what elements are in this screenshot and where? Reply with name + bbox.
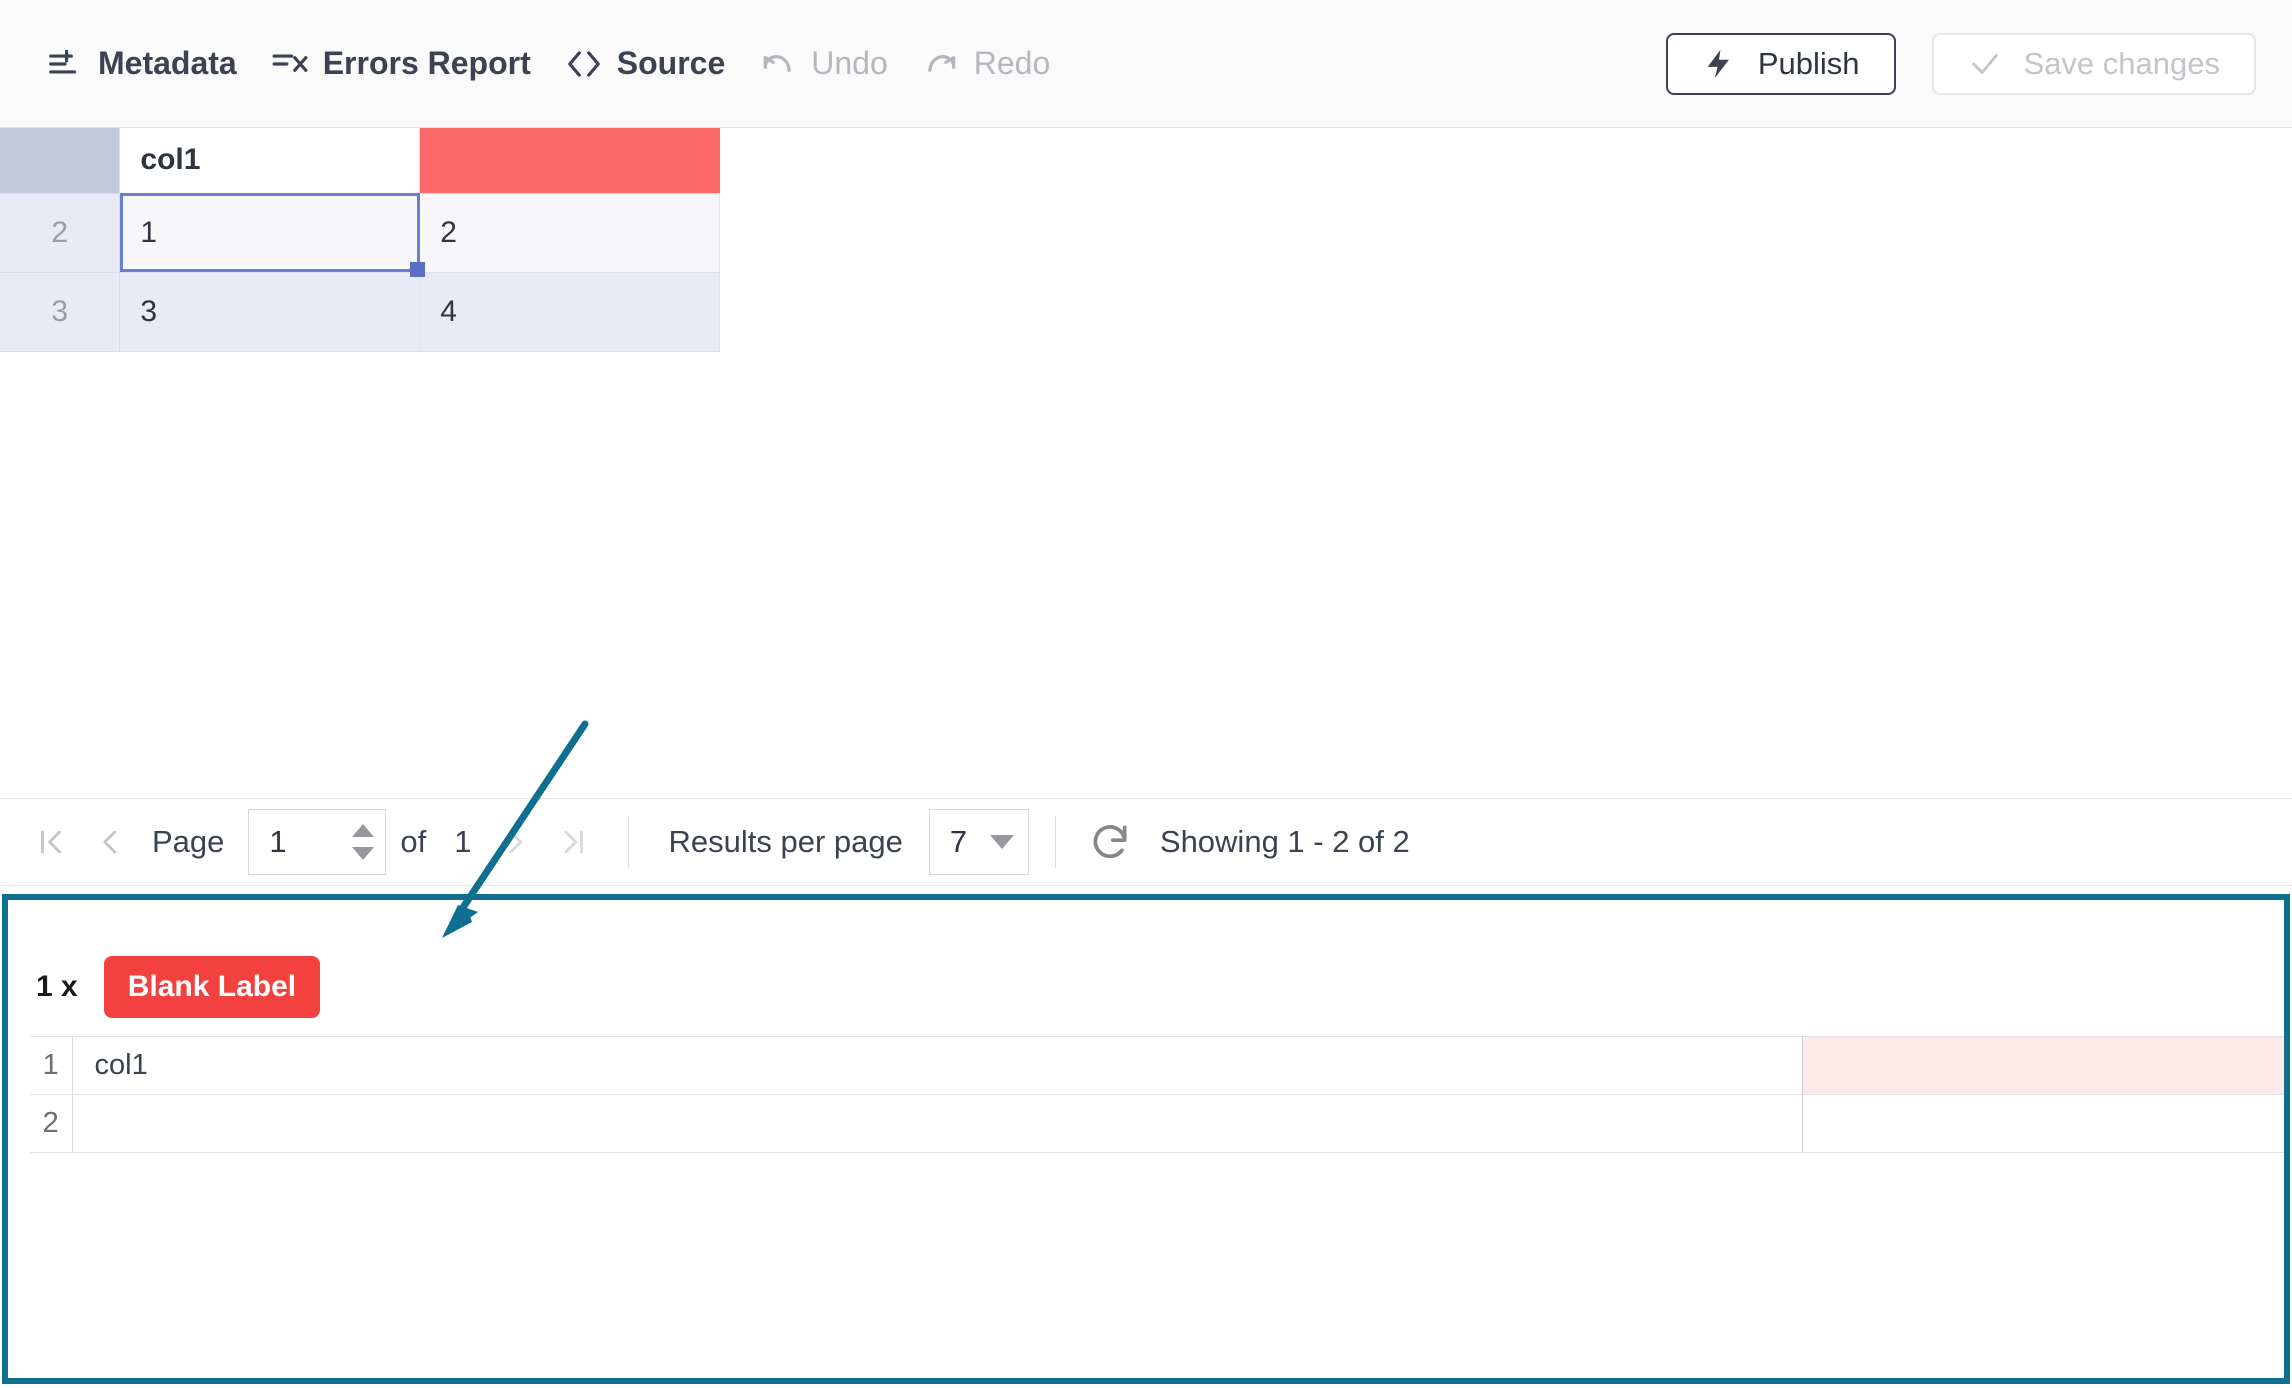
grid-column-header-error[interactable] [419, 128, 720, 194]
error-type-badge[interactable]: Blank Label [103, 956, 321, 1018]
total-pages-value: 1 [454, 824, 472, 859]
showing-results-label: Showing 1 - 2 of 2 [1159, 824, 1410, 859]
toolbar-left-group: Metadata Errors Report Source Undo Redo [0, 0, 1060, 127]
undo-arrow-icon [759, 45, 797, 83]
previous-page-icon [103, 830, 117, 854]
spreadsheet-grid[interactable]: col1 2 1 2 3 3 4 [0, 128, 720, 352]
checkmark-icon [1968, 47, 2002, 81]
sliders-icon [46, 45, 84, 83]
first-page-icon [41, 830, 61, 854]
page-increment-icon[interactable] [352, 824, 375, 837]
page-label: Page [152, 824, 225, 859]
toolbar-item-source[interactable]: Source [555, 0, 735, 127]
last-page-button[interactable] [544, 813, 602, 871]
lightning-bolt-icon [1702, 47, 1736, 81]
table-row: 2 [30, 1094, 2284, 1153]
grid-row: 2 1 2 [0, 193, 720, 273]
toolbar-item-label: Metadata [98, 45, 237, 81]
page-number-input[interactable]: 1 [248, 809, 387, 875]
save-changes-button-label: Save changes [2023, 45, 2220, 81]
results-per-page-label: Results per page [668, 824, 903, 859]
first-page-button[interactable] [22, 813, 80, 871]
toolbar-item-label: Redo [973, 45, 1051, 81]
page-stepper[interactable] [341, 810, 385, 874]
toolbar-right-group: Publish Save changes [1665, 32, 2292, 95]
toolbar-item-undo[interactable]: Undo [749, 0, 898, 127]
next-page-button[interactable] [486, 813, 544, 871]
errors-table[interactable]: 1 col1 2 [30, 1036, 2284, 1153]
top-toolbar: Metadata Errors Report Source Undo Redo … [0, 0, 2292, 128]
grid-corner-cell[interactable] [0, 128, 121, 194]
results-per-page-value: 7 [949, 824, 968, 859]
table-row: 1 col1 [30, 1036, 2284, 1095]
errors-row-number: 2 [30, 1094, 73, 1153]
toolbar-item-metadata[interactable]: Metadata [36, 0, 247, 127]
error-count-label: 1 x [36, 970, 78, 1003]
grid-cell[interactable]: 3 [119, 272, 421, 352]
pagination-bar: Page 1 of 1 Results per page 7 Showing 1… [0, 798, 2292, 886]
errors-report-panel: 1 x Blank Label 1 col1 2 [2, 894, 2290, 1384]
previous-page-button[interactable] [80, 813, 138, 871]
save-changes-button[interactable]: Save changes [1931, 32, 2256, 95]
publish-button-label: Publish [1757, 45, 1860, 81]
grid-row-number[interactable]: 2 [0, 193, 121, 273]
toolbar-item-redo[interactable]: Redo [912, 0, 1061, 127]
grid-row: 3 3 4 [0, 272, 720, 352]
errors-panel-header: 1 x Blank Label [8, 900, 2284, 1018]
grid-header-row: col1 [0, 128, 720, 194]
toolbar-item-label: Source [616, 45, 726, 81]
pagination-divider [1054, 816, 1056, 868]
grid-cell[interactable]: 2 [419, 193, 720, 273]
chevron-down-icon [989, 835, 1014, 849]
redo-arrow-icon [922, 45, 960, 83]
toolbar-item-label: Undo [811, 45, 888, 81]
toolbar-item-label: Errors Report [322, 45, 531, 81]
toolbar-item-errors-report[interactable]: Errors Report [261, 0, 541, 127]
errors-cell-value[interactable] [72, 1094, 1803, 1153]
grid-cell[interactable]: 4 [419, 272, 720, 352]
errors-cell-value[interactable]: col1 [72, 1036, 1803, 1095]
code-brackets-icon [565, 45, 603, 83]
refresh-icon [1093, 825, 1127, 859]
refresh-button[interactable] [1082, 814, 1138, 870]
grid-row-number[interactable]: 3 [0, 272, 121, 352]
next-page-icon [508, 830, 522, 854]
errors-cell-value[interactable] [1802, 1094, 2284, 1153]
errors-row-number: 1 [30, 1036, 73, 1095]
errors-report-icon [271, 45, 309, 83]
of-label: of [400, 824, 427, 859]
last-page-icon [564, 830, 583, 854]
grid-cell[interactable]: 1 [119, 193, 421, 273]
page-decrement-icon[interactable] [352, 847, 375, 860]
errors-cell-blank-highlight[interactable] [1802, 1036, 2284, 1095]
results-per-page-select[interactable]: 7 [928, 809, 1029, 875]
page-number-value: 1 [269, 824, 287, 859]
grid-column-header-col1[interactable]: col1 [119, 128, 421, 194]
pagination-divider [627, 816, 629, 868]
publish-button[interactable]: Publish [1665, 32, 1896, 95]
